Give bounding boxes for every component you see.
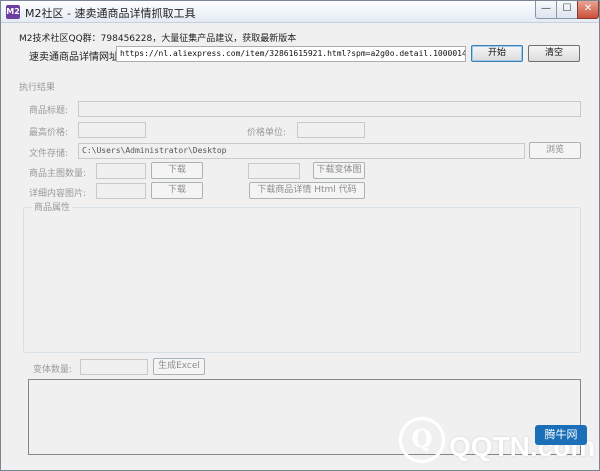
detail-image-count-field[interactable] bbox=[96, 183, 146, 199]
price-unit-label: 价格单位: bbox=[247, 128, 287, 138]
window-title: M2社区 - 速卖通商品详情抓取工具 bbox=[25, 7, 196, 20]
app-window: M2 M2社区 - 速卖通商品详情抓取工具 — ☐ ✕ M2技术社区QQ群：79… bbox=[0, 0, 600, 471]
clear-button[interactable]: 清空 bbox=[528, 45, 580, 62]
max-price-field[interactable] bbox=[78, 122, 146, 138]
app-logo-icon: M2 bbox=[6, 5, 20, 19]
product-title-field[interactable] bbox=[78, 101, 581, 117]
product-title-label: 商品标题: bbox=[29, 106, 69, 116]
download-variant-images-button[interactable]: 下载变体图 bbox=[313, 162, 365, 179]
download-main-images-button[interactable]: 下载 bbox=[151, 162, 203, 179]
start-button[interactable]: 开始 bbox=[471, 45, 523, 62]
results-section-label: 执行结果 bbox=[19, 83, 56, 93]
title-bar[interactable]: M2 M2社区 - 速卖通商品详情抓取工具 — ☐ ✕ bbox=[1, 1, 599, 23]
browse-button[interactable]: 浏览 bbox=[529, 142, 581, 159]
watermark-badge: 腾牛网 bbox=[535, 425, 587, 445]
attributes-group-label: 商品属性 bbox=[32, 203, 73, 213]
file-save-path-field[interactable]: C:\Users\Administrator\Desktop bbox=[78, 143, 525, 159]
file-save-label: 文件存储: bbox=[29, 149, 69, 159]
watermark-logo-icon: Q bbox=[399, 417, 445, 463]
qq-group-notice: M2技术社区QQ群：798456228，大量征集产品建议，获取最新版本 bbox=[19, 34, 297, 44]
download-detail-images-button[interactable]: 下载 bbox=[151, 182, 203, 199]
minimize-button[interactable]: — bbox=[535, 1, 557, 19]
detail-image-label: 详细内容图片: bbox=[29, 189, 87, 199]
price-unit-field[interactable] bbox=[297, 122, 365, 138]
generate-excel-button[interactable]: 生成Excel bbox=[153, 358, 205, 375]
maximize-button[interactable]: ☐ bbox=[556, 1, 578, 19]
download-html-button[interactable]: 下载商品详情 Html 代码 bbox=[249, 182, 365, 199]
attributes-group: 商品属性 bbox=[23, 203, 581, 353]
variant-image-count-field[interactable] bbox=[248, 163, 300, 179]
close-button[interactable]: ✕ bbox=[577, 1, 599, 19]
variant-count-field[interactable] bbox=[80, 359, 148, 375]
main-image-count-field[interactable] bbox=[96, 163, 146, 179]
main-image-count-label: 商品主图数量: bbox=[29, 169, 87, 179]
url-label: 速卖通商品详情网址: bbox=[29, 52, 123, 63]
variant-count-label: 变体数量: bbox=[33, 365, 73, 375]
url-input[interactable]: https://nl.aliexpress.com/item/328616159… bbox=[116, 46, 466, 62]
max-price-label: 最高价格: bbox=[29, 128, 69, 138]
